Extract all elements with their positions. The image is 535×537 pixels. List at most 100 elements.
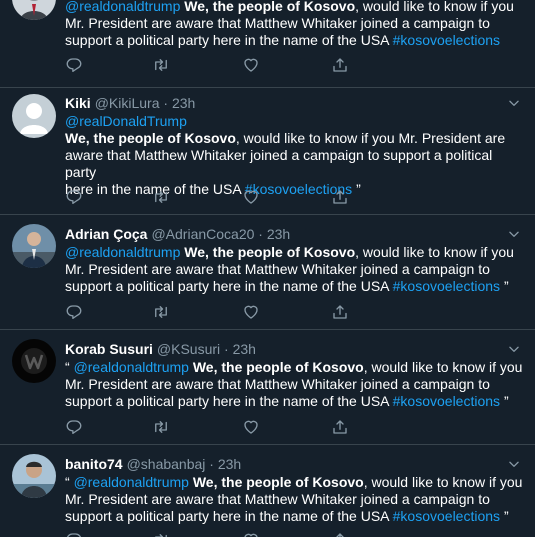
reply-icon[interactable]: [65, 56, 85, 76]
mention-link[interactable]: @realdonaldtrump: [74, 474, 189, 490]
text-segment: aware that Matthew Whitaker joined a cam…: [65, 147, 493, 180]
retweet-icon[interactable]: [152, 303, 172, 323]
chevron-down-icon[interactable]: [507, 342, 521, 356]
tweet-actions: [65, 56, 425, 76]
timestamp[interactable]: 23h: [233, 341, 256, 357]
display-name[interactable]: Kiki: [65, 95, 91, 111]
like-icon[interactable]: [242, 56, 262, 76]
hashtag-link[interactable]: #kosovoelections: [393, 278, 500, 294]
retweet-icon[interactable]: [152, 188, 172, 208]
text-segment: support a political party here in the na…: [65, 393, 393, 409]
timestamp[interactable]: 23h: [172, 95, 195, 111]
text-segment: , would like to know if you: [355, 244, 514, 260]
text-segment: support a political party here in the na…: [65, 32, 393, 48]
text-segment: , would like to know if you: [363, 474, 523, 490]
separator-dot: ·: [209, 456, 214, 472]
tweet[interactable]: Korab Susuri @KSusuri · 23h “ @realdonald…: [0, 330, 535, 445]
like-icon[interactable]: [242, 418, 262, 438]
timestamp[interactable]: 23h: [218, 456, 241, 472]
tweet-header: Adrian Çoça @AdrianCoca20 · 23h: [65, 224, 525, 244]
tweet-body: @realdonaldtrump We, the people of Kosov…: [65, 0, 525, 49]
tweet-actions: [65, 303, 425, 323]
bold-phrase: We, the people of Kosovo: [192, 474, 364, 490]
tweet-text: @realDonaldTrump We, the people of Kosov…: [65, 113, 525, 198]
reply-icon[interactable]: [65, 188, 85, 208]
tweet-actions: [65, 531, 425, 537]
reply-icon[interactable]: [65, 531, 85, 537]
timeline-feed: @realdonaldtrump We, the people of Kosov…: [0, 0, 535, 537]
display-name[interactable]: banito74: [65, 456, 123, 472]
like-icon[interactable]: [242, 303, 262, 323]
separator-dot: ·: [163, 95, 169, 111]
reply-icon[interactable]: [65, 303, 85, 323]
avatar[interactable]: [12, 224, 56, 268]
user-handle[interactable]: @KSusuri: [157, 341, 220, 357]
tweet-text: “ @realdonaldtrump We, the people of Kos…: [65, 359, 525, 410]
bold-phrase: We, the people of Kosovo: [184, 0, 356, 14]
chevron-down-icon[interactable]: [507, 457, 521, 471]
mention-link[interactable]: @realdonaldtrump: [65, 244, 180, 260]
user-handle[interactable]: @KikiLura: [95, 95, 160, 111]
bold-phrase: We, the people of Kosovo: [65, 130, 236, 146]
avatar[interactable]: [12, 454, 56, 498]
hashtag-link[interactable]: #kosovoelections: [393, 393, 500, 409]
share-icon[interactable]: [331, 56, 351, 76]
tweet-header: banito74 @shabanbaj · 23h: [65, 454, 525, 474]
retweet-icon[interactable]: [152, 56, 172, 76]
text-segment: support a political party here in the na…: [65, 278, 393, 294]
separator-dot: ·: [258, 226, 263, 242]
user-handle[interactable]: @AdrianCoca20: [151, 226, 254, 242]
mention-link[interactable]: @realDonaldTrump: [65, 113, 187, 129]
bold-phrase: We, the people of Kosovo: [184, 244, 356, 260]
like-icon[interactable]: [242, 531, 262, 537]
mention-link[interactable]: @realdonaldtrump: [74, 359, 189, 375]
tweet[interactable]: Adrian Çoça @AdrianCoca20 · 23h @realdona…: [0, 215, 535, 330]
share-icon[interactable]: [331, 303, 351, 323]
user-handle[interactable]: @shabanbaj: [127, 456, 206, 472]
quote-mark: “: [65, 474, 70, 490]
tweet[interactable]: banito74 @shabanbaj · 23h “ @realdonaldtr…: [0, 445, 535, 537]
share-icon[interactable]: [331, 531, 351, 537]
text-segment: Mr. President are aware that Matthew Whi…: [65, 15, 490, 31]
text-segment: Mr. President are aware that Matthew Whi…: [65, 491, 490, 507]
text-segment: support a political party here in the na…: [65, 508, 393, 524]
tweet-body: Korab Susuri @KSusuri · 23h “ @realdonald…: [65, 339, 525, 410]
text-segment: , would like to know if you Mr. Presiden…: [235, 130, 506, 146]
share-icon[interactable]: [331, 188, 351, 208]
timestamp[interactable]: 23h: [267, 226, 290, 242]
avatar[interactable]: [12, 339, 56, 383]
text-segment: Mr. President are aware that Matthew Whi…: [65, 261, 490, 277]
share-icon[interactable]: [331, 418, 351, 438]
tweet-body: banito74 @shabanbaj · 23h “ @realdonaldtr…: [65, 454, 525, 525]
quote-mark: ”: [503, 278, 509, 294]
like-icon[interactable]: [242, 188, 262, 208]
tweet[interactable]: Kiki @KikiLura · 23h @realDonaldTrump We,…: [0, 88, 535, 215]
tweet-body: Adrian Çoça @AdrianCoca20 · 23h @realdona…: [65, 224, 525, 295]
tweet-text: “ @realdonaldtrump We, the people of Kos…: [65, 474, 525, 525]
tweet-header: Korab Susuri @KSusuri · 23h: [65, 339, 525, 359]
tweet-header: Kiki @KikiLura · 23h: [65, 93, 525, 113]
quote-mark: “: [65, 359, 70, 375]
separator-dot: ·: [224, 341, 229, 357]
chevron-down-icon[interactable]: [507, 96, 521, 110]
display-name[interactable]: Korab Susuri: [65, 341, 153, 357]
tweet-text: @realdonaldtrump We, the people of Kosov…: [65, 0, 525, 49]
avatar[interactable]: [12, 0, 56, 20]
chevron-down-icon[interactable]: [507, 227, 521, 241]
text-segment: , would like to know if you: [363, 359, 523, 375]
hashtag-link[interactable]: #kosovoelections: [393, 32, 500, 48]
hashtag-link[interactable]: #kosovoelections: [393, 508, 500, 524]
reply-icon[interactable]: [65, 418, 85, 438]
retweet-icon[interactable]: [152, 418, 172, 438]
display-name[interactable]: Adrian Çoça: [65, 226, 147, 242]
avatar[interactable]: [12, 94, 56, 138]
retweet-icon[interactable]: [152, 531, 172, 537]
tweet-text: @realdonaldtrump We, the people of Kosov…: [65, 244, 525, 295]
tweet-actions: [65, 188, 425, 208]
quote-mark: ”: [503, 508, 509, 524]
mention-link[interactable]: @realdonaldtrump: [65, 0, 180, 14]
tweet-actions: [65, 418, 425, 438]
tweet-body: Kiki @KikiLura · 23h @realDonaldTrump We,…: [65, 93, 525, 198]
bold-phrase: We, the people of Kosovo: [192, 359, 364, 375]
tweet[interactable]: @realdonaldtrump We, the people of Kosov…: [0, 0, 535, 88]
